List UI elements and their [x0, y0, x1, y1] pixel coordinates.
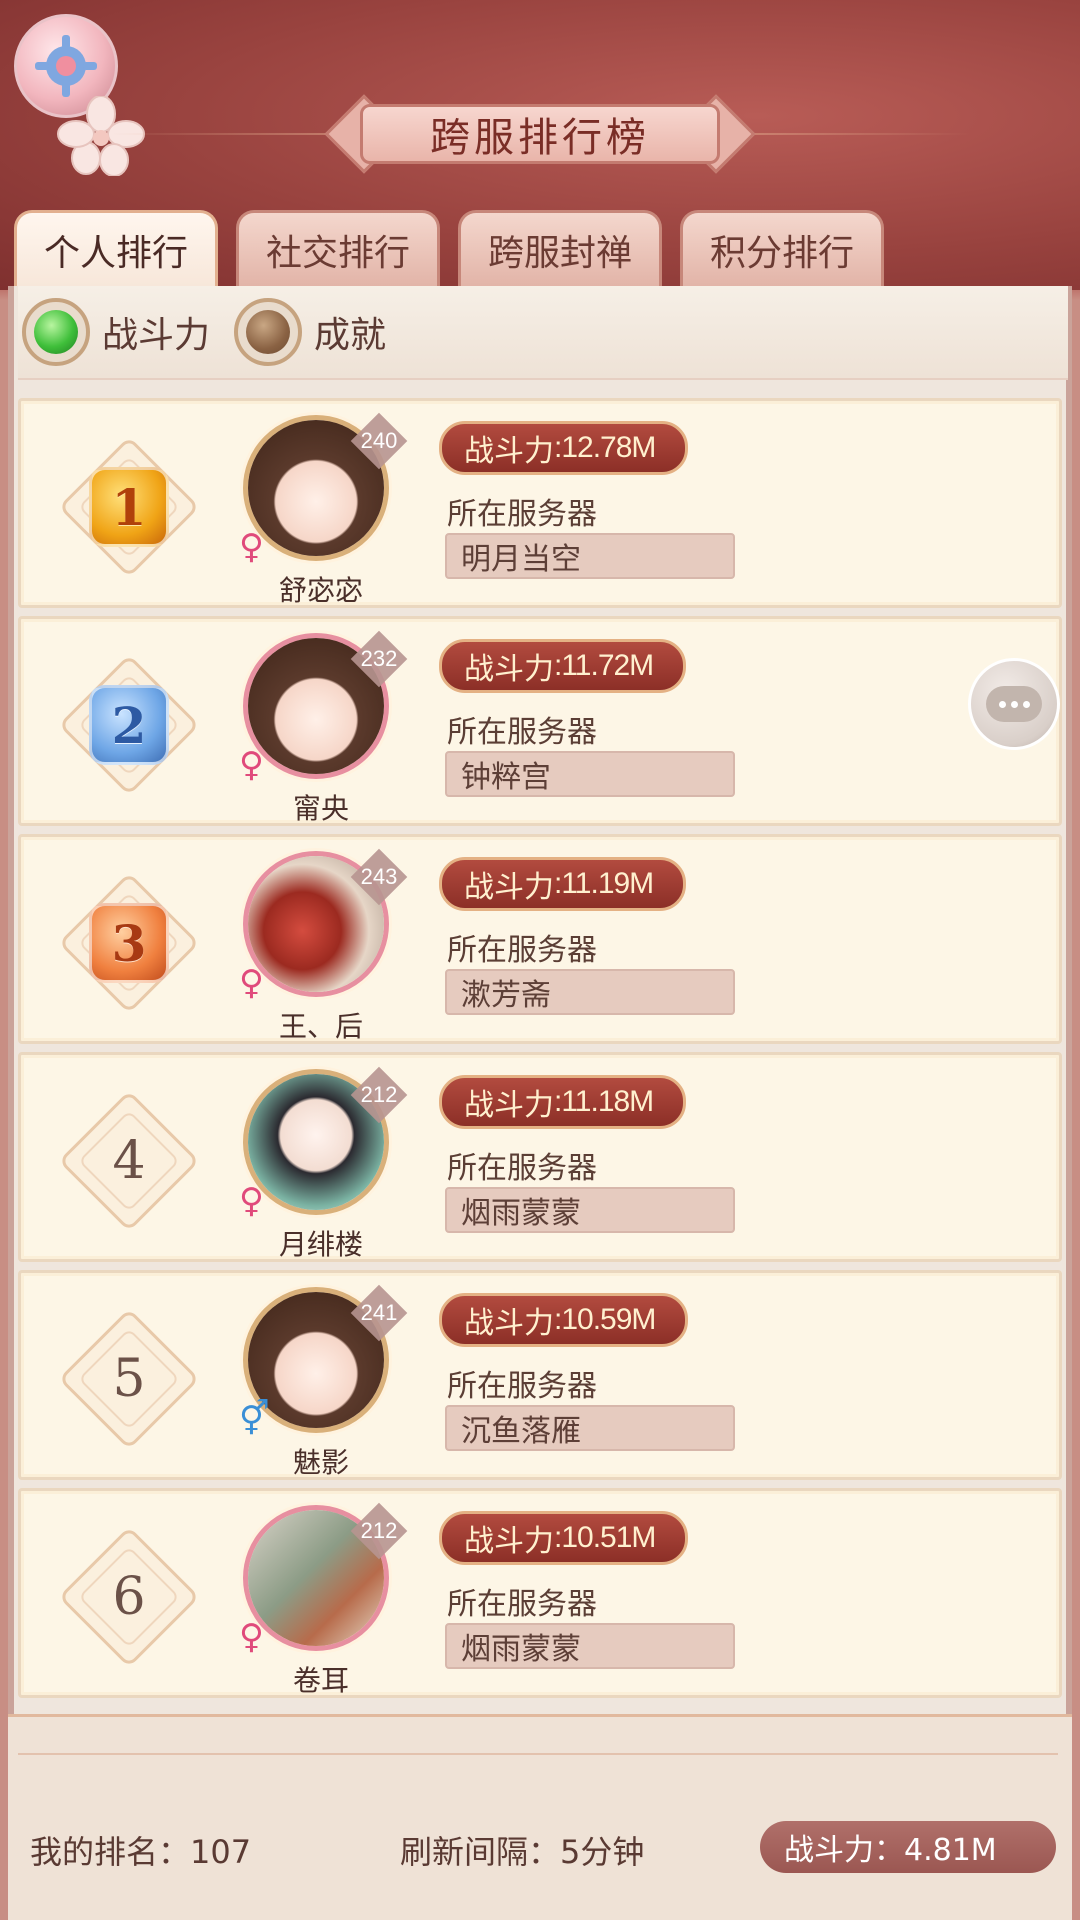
- my-rank: 我的排名：107: [30, 1833, 252, 1871]
- tab-cross-server-fengshan[interactable]: 跨服封禅: [458, 210, 662, 286]
- server-name: 烟雨蒙蒙: [445, 1187, 735, 1233]
- radio-power[interactable]: [22, 298, 90, 366]
- power-tag: 战斗力:11.72M: [439, 639, 687, 693]
- power-tag: 战斗力:11.18M: [439, 1075, 687, 1129]
- server-label: 所在服务器: [447, 1369, 597, 1404]
- chat-button[interactable]: [968, 658, 1060, 750]
- filter-power-label: 战斗力: [102, 315, 211, 356]
- female-symbol-icon: ♀: [239, 1617, 264, 1657]
- power-tag: 战斗力:10.51M: [439, 1511, 689, 1565]
- rank-badge: 6: [58, 1526, 200, 1668]
- tab-social-rank[interactable]: 社交排行: [236, 210, 440, 286]
- rank-row[interactable]: 3 243 ♀ 王、后 战斗力:11.19M 所在服务器 漱芳斋: [18, 834, 1062, 1044]
- female-symbol-icon: ♀: [239, 527, 264, 567]
- power-tag: 战斗力:12.78M: [439, 421, 689, 475]
- bronze-medal-icon: 3: [89, 903, 169, 983]
- male-symbol-icon: ⚥: [239, 1399, 270, 1439]
- server-label: 所在服务器: [447, 1587, 597, 1622]
- title-banner: 跨服排行榜: [324, 94, 756, 174]
- level-badge: 212: [350, 1502, 408, 1560]
- radio-achievement[interactable]: [234, 298, 303, 366]
- level-badge: 232: [350, 630, 408, 688]
- server-name: 钟粹宫: [445, 751, 735, 797]
- server-label: 所在服务器: [447, 497, 597, 532]
- female-symbol-icon: ♀: [239, 745, 264, 785]
- chat-bubble-icon: [986, 686, 1042, 722]
- level-badge: 241: [350, 1284, 408, 1342]
- player-name: 卷耳: [292, 1664, 349, 1697]
- rank-number: 6: [112, 1567, 146, 1627]
- tab-points-rank[interactable]: 积分排行: [680, 210, 884, 286]
- gold-medal-icon: 1: [89, 467, 169, 547]
- filter-power[interactable]: 战斗力: [18, 298, 210, 366]
- sakura-ornament-icon: [57, 96, 145, 176]
- rank-number: 4: [112, 1131, 146, 1191]
- rank-number: 5: [112, 1349, 146, 1409]
- filter-bar: 战斗力 成就: [18, 286, 1068, 380]
- rank-row[interactable]: 5 241 ⚥ 魅影 战斗力:10.59M 所在服务器 沉鱼落雁: [18, 1270, 1062, 1480]
- player-name: 王、后: [278, 1010, 363, 1043]
- player-name: 舒宓宓: [278, 574, 363, 607]
- server-label: 所在服务器: [447, 715, 597, 750]
- rank-row[interactable]: 1 240 ♀ 舒宓宓 战斗力:12.78M 所在服务器 明月当空: [18, 398, 1062, 608]
- player-name: 月绯楼: [278, 1228, 363, 1261]
- rank-list: 1 240 ♀ 舒宓宓 战斗力:12.78M 所在服务器 明月当空 2 232 …: [14, 398, 1066, 1706]
- player-name: 魅影: [292, 1446, 349, 1479]
- server-name: 漱芳斋: [445, 969, 735, 1015]
- rank-panel: 战斗力 成就 1 240 ♀ 舒宓宓 战斗力:12.78M 所在服务器 明月当空…: [8, 286, 1072, 1920]
- my-power-badge: 战斗力：4.81M: [760, 1821, 1056, 1873]
- silver-medal-icon: 2: [89, 685, 169, 765]
- female-symbol-icon: ♀: [239, 1181, 264, 1221]
- refresh-interval: 刷新间隔：5分钟: [400, 1833, 645, 1871]
- rank-badge: 5: [58, 1308, 200, 1450]
- rank-row[interactable]: 2 232 ♀ 甯央 战斗力:11.72M 所在服务器 钟粹宫: [18, 616, 1062, 826]
- tab-personal-rank[interactable]: 个人排行: [14, 210, 218, 286]
- footer: 我的排名：107 刷新间隔：5分钟 战斗力：4.81M: [8, 1714, 1072, 1920]
- filter-achievement[interactable]: 成就: [230, 298, 386, 366]
- power-tag: 战斗力:10.59M: [439, 1293, 689, 1347]
- server-label: 所在服务器: [447, 1151, 597, 1186]
- level-badge: 240: [350, 412, 408, 470]
- rank-row[interactable]: 6 212 ♀ 卷耳 战斗力:10.51M 所在服务器 烟雨蒙蒙: [18, 1488, 1062, 1698]
- rank-badge: 3: [58, 872, 200, 1014]
- server-name: 烟雨蒙蒙: [445, 1623, 735, 1669]
- female-symbol-icon: ♀: [239, 963, 264, 1003]
- level-badge: 243: [350, 848, 408, 906]
- page-title: 跨服排行榜: [430, 115, 650, 161]
- rank-badge: 2: [58, 654, 200, 796]
- gear-icon: [35, 35, 97, 97]
- power-tag: 战斗力:11.19M: [439, 857, 687, 911]
- rank-row[interactable]: 4 212 ♀ 月绯楼 战斗力:11.18M 所在服务器 烟雨蒙蒙: [18, 1052, 1062, 1262]
- filter-achievement-label: 成就: [314, 315, 387, 356]
- rank-tabs: 个人排行 社交排行 跨服封禅 积分排行: [14, 210, 884, 286]
- rank-badge: 1: [58, 436, 200, 578]
- server-name: 沉鱼落雁: [445, 1405, 735, 1451]
- server-label: 所在服务器: [447, 933, 597, 968]
- level-badge: 212: [350, 1066, 408, 1124]
- rank-badge: 4: [58, 1090, 200, 1232]
- player-name: 甯央: [292, 792, 349, 825]
- server-name: 明月当空: [445, 533, 735, 579]
